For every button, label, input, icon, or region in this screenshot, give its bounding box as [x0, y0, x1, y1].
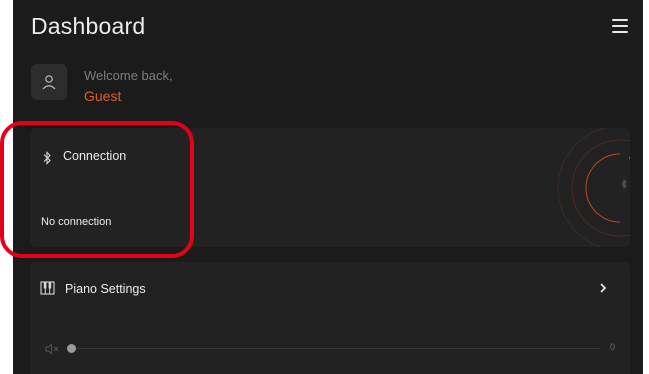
bluetooth-scan-radar-icon[interactable] — [510, 128, 630, 247]
connection-card[interactable]: Connection No connection — [30, 128, 630, 247]
volume-slider-thumb[interactable] — [67, 344, 76, 353]
user-name: Guest — [84, 88, 122, 104]
app-screen: Dashboard Welcome back, Guest Connection… — [13, 0, 643, 374]
user-icon — [42, 75, 56, 90]
avatar — [31, 64, 67, 100]
chevron-right-icon[interactable] — [598, 282, 608, 294]
volume-value: 0 — [610, 342, 616, 352]
volume-mute-icon[interactable] — [45, 343, 61, 355]
bluetooth-icon — [43, 151, 51, 165]
volume-slider-track[interactable] — [70, 348, 600, 349]
volume-row: 0 — [40, 342, 625, 356]
connection-label: Connection — [63, 149, 127, 163]
welcome-greeting: Welcome back, — [84, 68, 173, 83]
hamburger-menu-icon[interactable] — [612, 19, 628, 33]
piano-settings-label: Piano Settings — [65, 282, 146, 296]
piano-keys-icon — [40, 281, 55, 295]
piano-settings-card[interactable]: Piano Settings 0 — [30, 262, 630, 374]
page-title: Dashboard — [31, 13, 146, 39]
connection-status: No connection — [41, 216, 112, 228]
